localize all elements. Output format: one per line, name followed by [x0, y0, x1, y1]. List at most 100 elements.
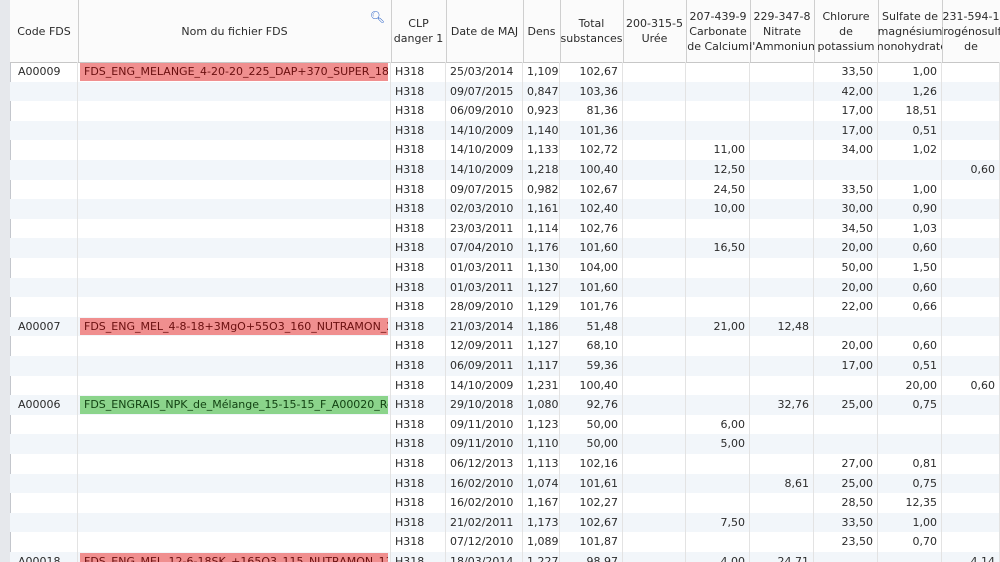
cell-carbonate — [686, 297, 750, 317]
cell-file-name[interactable]: FDS_ENG_MELANGE_4-20-20_225_DAP+370_SUPE… — [78, 62, 391, 82]
cell-clp: H318 — [391, 101, 446, 121]
cell-file-name — [78, 199, 391, 219]
cell-code — [10, 375, 78, 396]
cell-carbonate — [686, 395, 750, 415]
table-row[interactable]: H318 09/07/2015 0,982 102,67 24,50 33,50 1,00 — [10, 179, 1000, 200]
cell-total: 102,76 — [560, 218, 623, 239]
cell-dens: 1,080 — [523, 395, 560, 415]
cell-file-name — [78, 160, 391, 180]
header-hydrogeno[interactable]: 231-594-1 hydrogénosulfate de — [942, 0, 1000, 62]
table-row[interactable]: H318 09/11/2010 1,123 50,00 6,00 — [10, 414, 1000, 435]
cell-dens: 1,113 — [523, 454, 560, 474]
header-file-name[interactable]: Nom du fichier FDS 🔍︎ — [78, 0, 392, 62]
cell-sulfate: 0,60 — [878, 277, 942, 298]
cell-dens: 1,074 — [523, 473, 560, 494]
file-name-link[interactable]: FDS_ENG_MELANGE_4-20-20_225_DAP+370_SUPE… — [80, 63, 388, 81]
cell-date: 14/10/2009 — [446, 160, 523, 180]
cell-file-name — [78, 493, 391, 513]
table-row[interactable]: H318 06/12/2013 1,113 102,16 27,00 0,81 — [10, 454, 1000, 474]
table-row[interactable]: H318 01/03/2011 1,127 101,60 20,00 0,60 — [10, 277, 1000, 298]
cell-file-name[interactable]: FDS_ENG_MEL_4-8-18+3MgO+55O3_160_NUTRAMO… — [78, 316, 391, 337]
cell-dens: 1,109 — [523, 62, 560, 82]
cell-code — [10, 218, 78, 239]
table-row[interactable]: H318 01/03/2011 1,130 104,00 50,00 1,50 — [10, 258, 1000, 278]
table-row[interactable]: H318 12/09/2011 1,127 68,10 20,00 0,60 — [10, 336, 1000, 356]
cell-code — [10, 81, 78, 102]
cell-hydrogeno — [942, 120, 1000, 141]
cell-hydrogeno — [942, 62, 1000, 82]
cell-code — [10, 512, 78, 533]
cell-chlorure: 33,50 — [814, 512, 878, 533]
header-clp[interactable]: CLP danger 1 — [391, 0, 447, 62]
cell-sulfate: 1,00 — [878, 179, 942, 200]
cell-hydrogeno — [942, 434, 1000, 454]
cell-nitrate — [750, 179, 814, 200]
table-row[interactable]: H318 21/02/2011 1,173 102,67 7,50 33,50 1,00 — [10, 512, 1000, 533]
cell-hydrogeno — [942, 473, 1000, 494]
table-row[interactable]: H318 06/09/2010 0,923 81,36 17,00 18,51 — [10, 101, 1000, 121]
cell-sulfate: 0,81 — [878, 454, 942, 474]
table-row[interactable]: H318 16/02/2010 1,167 102,27 28,50 12,35 — [10, 493, 1000, 513]
cell-clp: H318 — [391, 258, 446, 278]
table-row[interactable]: H318 09/11/2010 1,110 50,00 5,00 — [10, 434, 1000, 454]
table-row[interactable]: H318 07/12/2010 1,089 101,87 23,50 0,70 — [10, 532, 1000, 552]
cell-carbonate: 24,50 — [686, 179, 750, 200]
cell-total: 101,76 — [560, 297, 623, 317]
cell-nitrate — [750, 336, 814, 356]
header-chlorure[interactable]: Chlorure de potassium — [814, 0, 879, 62]
table-row[interactable]: H318 09/07/2015 0,847 103,36 42,00 1,26 — [10, 81, 1000, 102]
cell-nitrate — [750, 356, 814, 376]
cell-dens: 1,123 — [523, 414, 560, 435]
file-name-link[interactable]: FDS_ENG_MEL_12-6-18SK_+165O3_115_NUTRAMO… — [80, 553, 388, 562]
header-total[interactable]: Total substances — [560, 0, 624, 62]
cell-clp: H318 — [391, 454, 446, 474]
cell-uree — [623, 336, 686, 356]
cell-hydrogeno — [942, 238, 1000, 258]
cell-uree — [623, 218, 686, 239]
table-row[interactable]: A00018 FDS_ENG_MEL_12-6-18SK_+165O3_115_N… — [10, 552, 1000, 562]
header-uree[interactable]: 200-315-5 Urée — [623, 0, 687, 62]
table-row[interactable]: H318 23/03/2011 1,114 102,76 34,50 1,03 — [10, 218, 1000, 239]
header-carbonate[interactable]: 207-439-9 Carbonate de Calcium — [686, 0, 751, 62]
table-row[interactable]: A00009 FDS_ENG_MELANGE_4-20-20_225_DAP+37… — [10, 62, 1000, 82]
cell-dens: 1,130 — [523, 258, 560, 278]
table-row[interactable]: H318 07/04/2010 1,176 101,60 16,50 20,00 0,60 — [10, 238, 1000, 258]
table-row[interactable]: A00006 FDS_ENGRAIS_NPK_de_Mélange_15-15-1… — [10, 395, 1000, 415]
cell-date: 06/09/2010 — [446, 101, 523, 121]
search-icon[interactable]: 🔍︎ — [370, 10, 385, 25]
cell-clp: H318 — [391, 120, 446, 141]
cell-code — [10, 140, 78, 160]
cell-date: 02/03/2010 — [446, 199, 523, 219]
file-name-link[interactable]: FDS_ENG_MEL_4-8-18+3MgO+55O3_160_NUTRAMO… — [80, 317, 388, 336]
cell-uree — [623, 199, 686, 219]
cell-chlorure: 25,00 — [814, 395, 878, 415]
cell-uree — [623, 179, 686, 200]
header-sulfate[interactable]: Sulfate de magnésium monohydraté — [878, 0, 943, 62]
cell-carbonate — [686, 258, 750, 278]
cell-hydrogeno — [942, 140, 1000, 160]
table-row[interactable]: A00007 FDS_ENG_MEL_4-8-18+3MgO+55O3_160_N… — [10, 316, 1000, 337]
table-row[interactable]: H318 14/10/2009 1,133 102,72 11,00 34,00 1,02 — [10, 140, 1000, 160]
header-dens[interactable]: Dens — [523, 0, 561, 62]
cell-sulfate: 20,00 — [878, 375, 942, 396]
table-row[interactable]: H318 14/10/2009 1,218 100,40 12,50 0,60 — [10, 160, 1000, 180]
cell-chlorure — [814, 316, 878, 337]
cell-total: 92,76 — [560, 395, 623, 415]
file-name-link[interactable]: FDS_ENGRAIS_NPK_de_Mélange_15-15-15_F_A0… — [80, 396, 388, 414]
cell-dens: 1,167 — [523, 493, 560, 513]
cell-date: 29/10/2018 — [446, 395, 523, 415]
cell-file-name[interactable]: FDS_ENGRAIS_NPK_de_Mélange_15-15-15_F_A0… — [78, 395, 391, 415]
header-code[interactable]: Code FDS — [10, 0, 79, 62]
cell-code — [10, 199, 78, 219]
header-date[interactable]: Date de MAJ — [446, 0, 524, 62]
table-row[interactable]: H318 02/03/2010 1,161 102,40 10,00 30,00 0,90 — [10, 199, 1000, 219]
table-row[interactable]: H318 06/09/2011 1,117 59,36 17,00 0,51 — [10, 356, 1000, 376]
cell-file-name[interactable]: FDS_ENG_MEL_12-6-18SK_+165O3_115_NUTRAMO… — [78, 552, 391, 562]
table-row[interactable]: H318 16/02/2010 1,074 101,61 8,61 25,00 0,75 — [10, 473, 1000, 494]
table-row[interactable]: H318 28/09/2010 1,129 101,76 22,00 0,66 — [10, 297, 1000, 317]
cell-chlorure: 34,50 — [814, 218, 878, 239]
table-row[interactable]: H318 14/10/2009 1,140 101,36 17,00 0,51 — [10, 120, 1000, 141]
cell-hydrogeno — [942, 218, 1000, 239]
header-nitrate[interactable]: 229-347-8 Nitrate d'Ammonium — [750, 0, 815, 62]
table-row[interactable]: H318 14/10/2009 1,231 100,40 20,00 0,60 — [10, 375, 1000, 396]
